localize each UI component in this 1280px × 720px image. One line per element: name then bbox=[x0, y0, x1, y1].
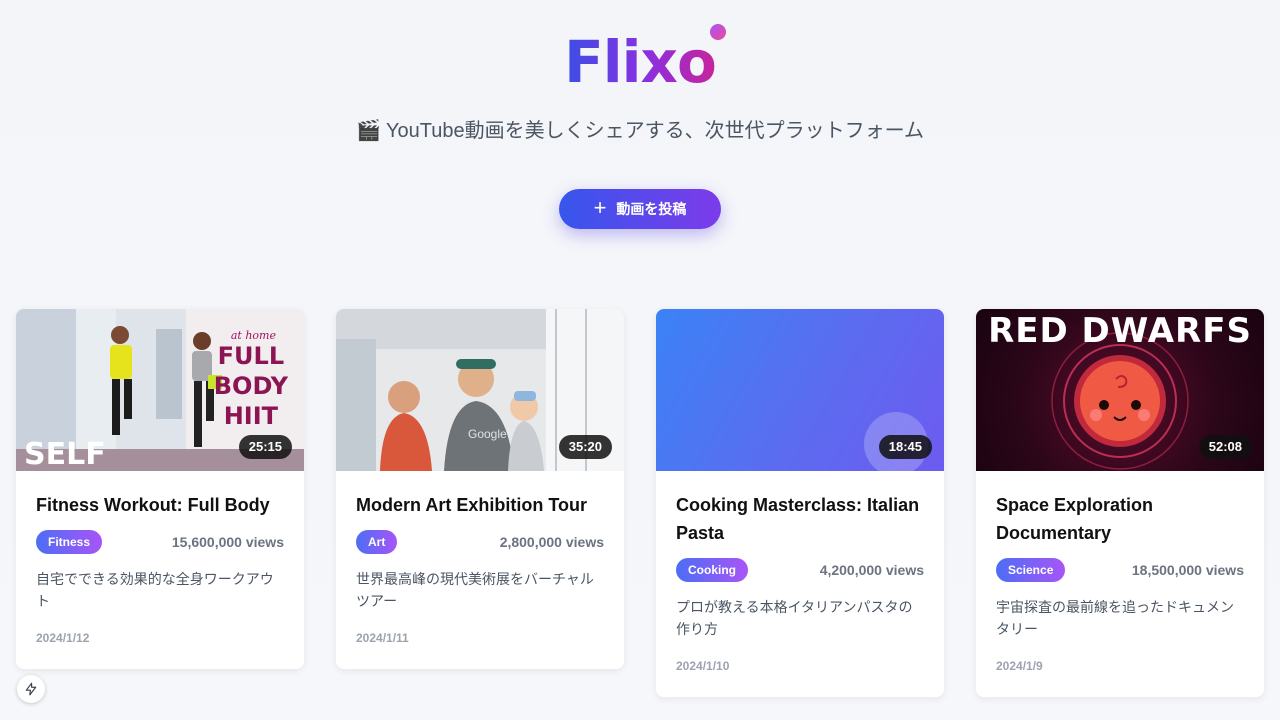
duration-badge: 35:20 bbox=[558, 435, 612, 459]
logo-dot bbox=[709, 24, 726, 40]
category-badge[interactable]: Science bbox=[996, 558, 1066, 582]
card-body: Space Exploration Documentary Science 18… bbox=[976, 471, 1264, 697]
video-title[interactable]: Cooking Masterclass: Italian Pasta bbox=[676, 491, 924, 547]
tagline: 🎬 YouTube動画を美しくシェアする、次世代プラットフォーム bbox=[355, 120, 925, 142]
card-meta: Art 2,800,000 views bbox=[356, 530, 604, 554]
thumb-brand: SELF bbox=[24, 437, 106, 471]
duration-badge: 52:08 bbox=[1198, 435, 1252, 459]
plus-icon: + bbox=[593, 195, 607, 220]
category-badge[interactable]: Cooking bbox=[676, 558, 748, 582]
post-video-button[interactable]: + 動画を投稿 bbox=[559, 189, 721, 229]
view-count: 4,200,000 views bbox=[819, 562, 924, 578]
video-thumbnail[interactable]: at home FULL BODY HIIT SELF 25:15 bbox=[16, 309, 304, 471]
card-body: Modern Art Exhibition Tour Art 2,800,000… bbox=[336, 471, 624, 669]
video-thumbnail[interactable]: 18:45 bbox=[656, 309, 944, 471]
post-date: 2024/1/10 bbox=[676, 659, 730, 673]
thumb-shirt-logo: Google bbox=[468, 427, 507, 441]
thumb-overlay-title: RED DWARFS bbox=[988, 311, 1252, 351]
video-card[interactable]: Google 35:20 Modern Art Exhibition Tour … bbox=[336, 309, 624, 669]
post-video-label: 動画を投稿 bbox=[616, 201, 687, 217]
video-description: 宇宙探査の最前線を追ったドキュメンタリー bbox=[996, 599, 1234, 637]
category-badge[interactable]: Art bbox=[356, 530, 398, 554]
post-date: 2024/1/11 bbox=[356, 631, 409, 645]
video-card[interactable]: at home FULL BODY HIIT SELF 25:15 Fitnes… bbox=[16, 309, 304, 669]
bolt-icon[interactable] bbox=[17, 675, 45, 703]
video-title[interactable]: Modern Art Exhibition Tour bbox=[356, 491, 604, 519]
view-count: 2,800,000 views bbox=[499, 534, 604, 550]
video-thumbnail[interactable]: RED DWARFS 52:08 bbox=[976, 309, 1264, 471]
logo[interactable]: Flixo bbox=[564, 24, 726, 96]
thumb-line: HIIT bbox=[223, 402, 279, 430]
video-grid: at home FULL BODY HIIT SELF 25:15 Fitnes… bbox=[16, 309, 1264, 697]
card-meta: Science 18,500,000 views bbox=[996, 558, 1244, 582]
post-date: 2024/1/9 bbox=[996, 659, 1043, 673]
thumb-line: BODY bbox=[213, 372, 288, 400]
thumb-line: FULL bbox=[217, 342, 285, 370]
thumb-overlay-title: FULL BODY HIIT bbox=[214, 341, 288, 431]
video-title[interactable]: Fitness Workout: Full Body bbox=[36, 491, 284, 519]
page-header: Flixo 🎬 YouTube動画を美しくシェアする、次世代プラットフォーム +… bbox=[0, 0, 1280, 229]
bolt-glyph bbox=[25, 682, 37, 696]
view-count: 18,500,000 views bbox=[1131, 562, 1244, 578]
card-body: Cooking Masterclass: Italian Pasta Cooki… bbox=[656, 471, 944, 697]
video-card[interactable]: RED DWARFS 52:08 Space Exploration Docum… bbox=[976, 309, 1264, 697]
duration-badge: 18:45 bbox=[878, 435, 932, 459]
post-date: 2024/1/12 bbox=[36, 631, 90, 645]
video-description: 世界最高峰の現代美術展をバーチャルツアー bbox=[356, 571, 594, 609]
card-meta: Fitness 15,600,000 views bbox=[36, 530, 284, 554]
video-description: プロが教える本格イタリアンパスタの作り方 bbox=[676, 599, 913, 637]
card-body: Fitness Workout: Full Body Fitness 15,60… bbox=[16, 471, 304, 669]
category-badge[interactable]: Fitness bbox=[36, 530, 103, 554]
video-thumbnail[interactable]: Google 35:20 bbox=[336, 309, 624, 471]
duration-badge: 25:15 bbox=[238, 435, 292, 459]
video-description: 自宅でできる効果的な全身ワークアウト bbox=[36, 571, 274, 609]
logo-text: Flixo bbox=[564, 28, 717, 96]
video-title[interactable]: Space Exploration Documentary bbox=[996, 491, 1244, 547]
video-card[interactable]: 18:45 Cooking Masterclass: Italian Pasta… bbox=[656, 309, 944, 697]
card-meta: Cooking 4,200,000 views bbox=[676, 558, 924, 582]
view-count: 15,600,000 views bbox=[171, 534, 284, 550]
